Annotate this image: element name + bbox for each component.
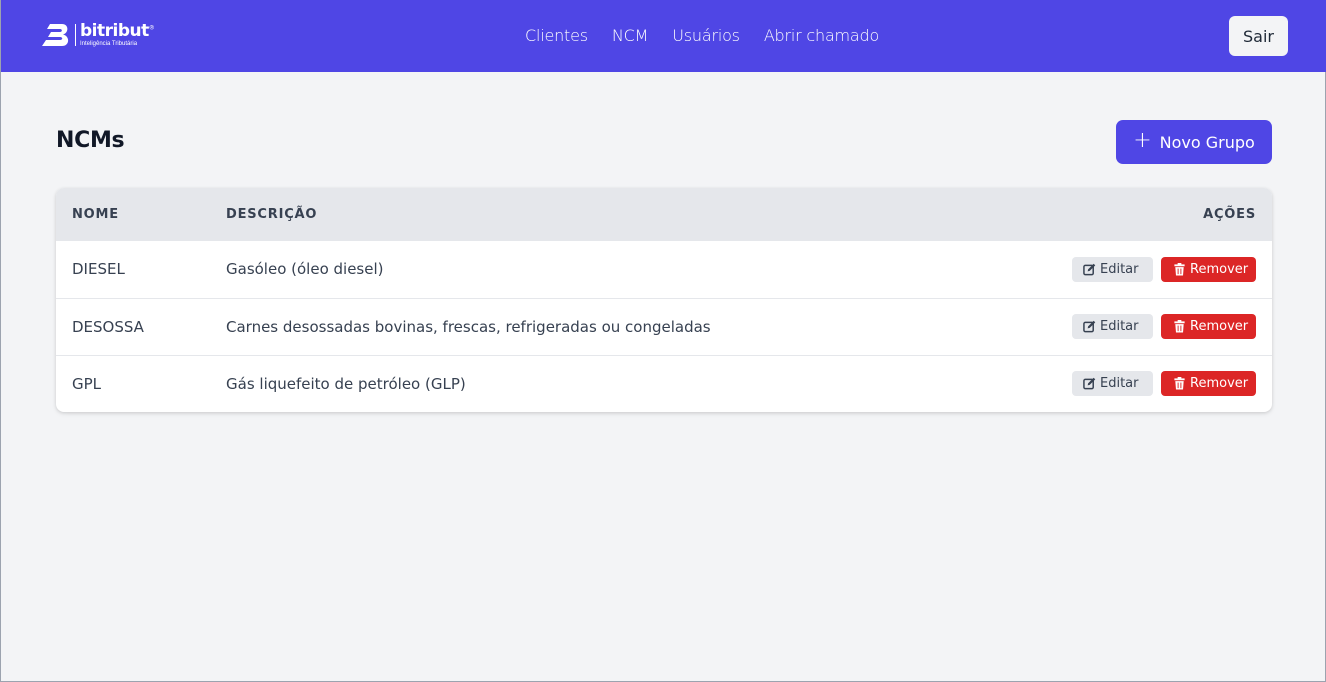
remove-label: Remover: [1190, 319, 1249, 334]
edit-icon: [1083, 263, 1096, 276]
edit-label: Editar: [1100, 376, 1139, 392]
nav-ncm[interactable]: NCM: [612, 25, 649, 47]
row-description: Gás liquefeito de petróleo (GLP): [226, 374, 466, 393]
top-navbar: bitribut® Inteligência Tributária Client…: [1, 0, 1326, 72]
ncm-table: NOME DESCRIÇÃO AÇÕES DIESEL Gasóleo (óle…: [56, 188, 1272, 412]
logo-brand: bitribut®: [80, 21, 155, 41]
table-row: DESOSSA Carnes desossadas bovinas, fresc…: [56, 298, 1272, 355]
row-name: GPL: [72, 374, 102, 393]
ncm-table-card: NOME DESCRIÇÃO AÇÕES DIESEL Gasóleo (óle…: [56, 188, 1272, 412]
row-actions: Editar Remover: [966, 298, 1272, 355]
edit-label: Editar: [1100, 319, 1139, 334]
edit-label: Editar: [1100, 261, 1139, 277]
column-header-name: NOME: [72, 207, 119, 222]
nav-abrir-chamado[interactable]: Abrir chamado: [764, 25, 879, 47]
edit-icon: [1083, 320, 1096, 333]
new-group-label: Novo Grupo: [1159, 132, 1255, 152]
plus-icon: +: [1133, 127, 1152, 153]
remove-button[interactable]: Remover: [1161, 314, 1256, 339]
row-description: Gasóleo (óleo diesel): [226, 260, 384, 279]
column-header-description: DESCRIÇÃO: [226, 207, 318, 222]
logo-divider: [75, 24, 76, 46]
logo-text: bitribut® Inteligência Tributária: [80, 21, 155, 48]
nav-clientes[interactable]: Clientes: [525, 25, 588, 47]
nav-usuarios[interactable]: Usuários: [672, 25, 740, 47]
remove-button[interactable]: Remover: [1161, 371, 1256, 397]
logo-tagline: Inteligência Tributária: [80, 41, 138, 47]
table-row: DIESEL Gasóleo (óleo diesel) Editar Remo…: [56, 241, 1272, 298]
logout-button[interactable]: Sair: [1229, 16, 1288, 56]
row-name: DIESEL: [72, 260, 125, 279]
table-header-row: NOME DESCRIÇÃO AÇÕES: [56, 188, 1272, 241]
column-header-actions: AÇÕES: [1203, 207, 1256, 222]
remove-label: Remover: [1190, 261, 1249, 277]
remove-button[interactable]: Remover: [1161, 256, 1256, 282]
trash-icon: [1174, 377, 1185, 390]
main-nav: Clientes NCM Usuários Abrir chamado: [525, 25, 879, 47]
edit-button[interactable]: Editar: [1072, 256, 1153, 282]
row-name: DESOSSA: [72, 317, 144, 336]
bitribut-logo-icon: [42, 24, 69, 46]
row-description: Carnes desossadas bovinas, frescas, refr…: [226, 317, 711, 336]
logo[interactable]: bitribut® Inteligência Tributária: [40, 21, 155, 48]
edit-button[interactable]: Editar: [1072, 314, 1153, 339]
edit-button[interactable]: Editar: [1072, 371, 1153, 397]
edit-icon: [1083, 377, 1096, 390]
row-actions: Editar Remover: [966, 241, 1272, 298]
remove-label: Remover: [1190, 376, 1249, 392]
row-actions: Editar Remover: [966, 355, 1272, 412]
table-row: GPL Gás liquefeito de petróleo (GLP) Edi…: [56, 355, 1272, 412]
trash-icon: [1174, 320, 1185, 333]
page-title: NCMs: [56, 128, 125, 153]
app-window: bitribut® Inteligência Tributária Client…: [0, 0, 1326, 682]
trash-icon: [1174, 262, 1185, 276]
new-group-button[interactable]: + Novo Grupo: [1116, 120, 1272, 164]
